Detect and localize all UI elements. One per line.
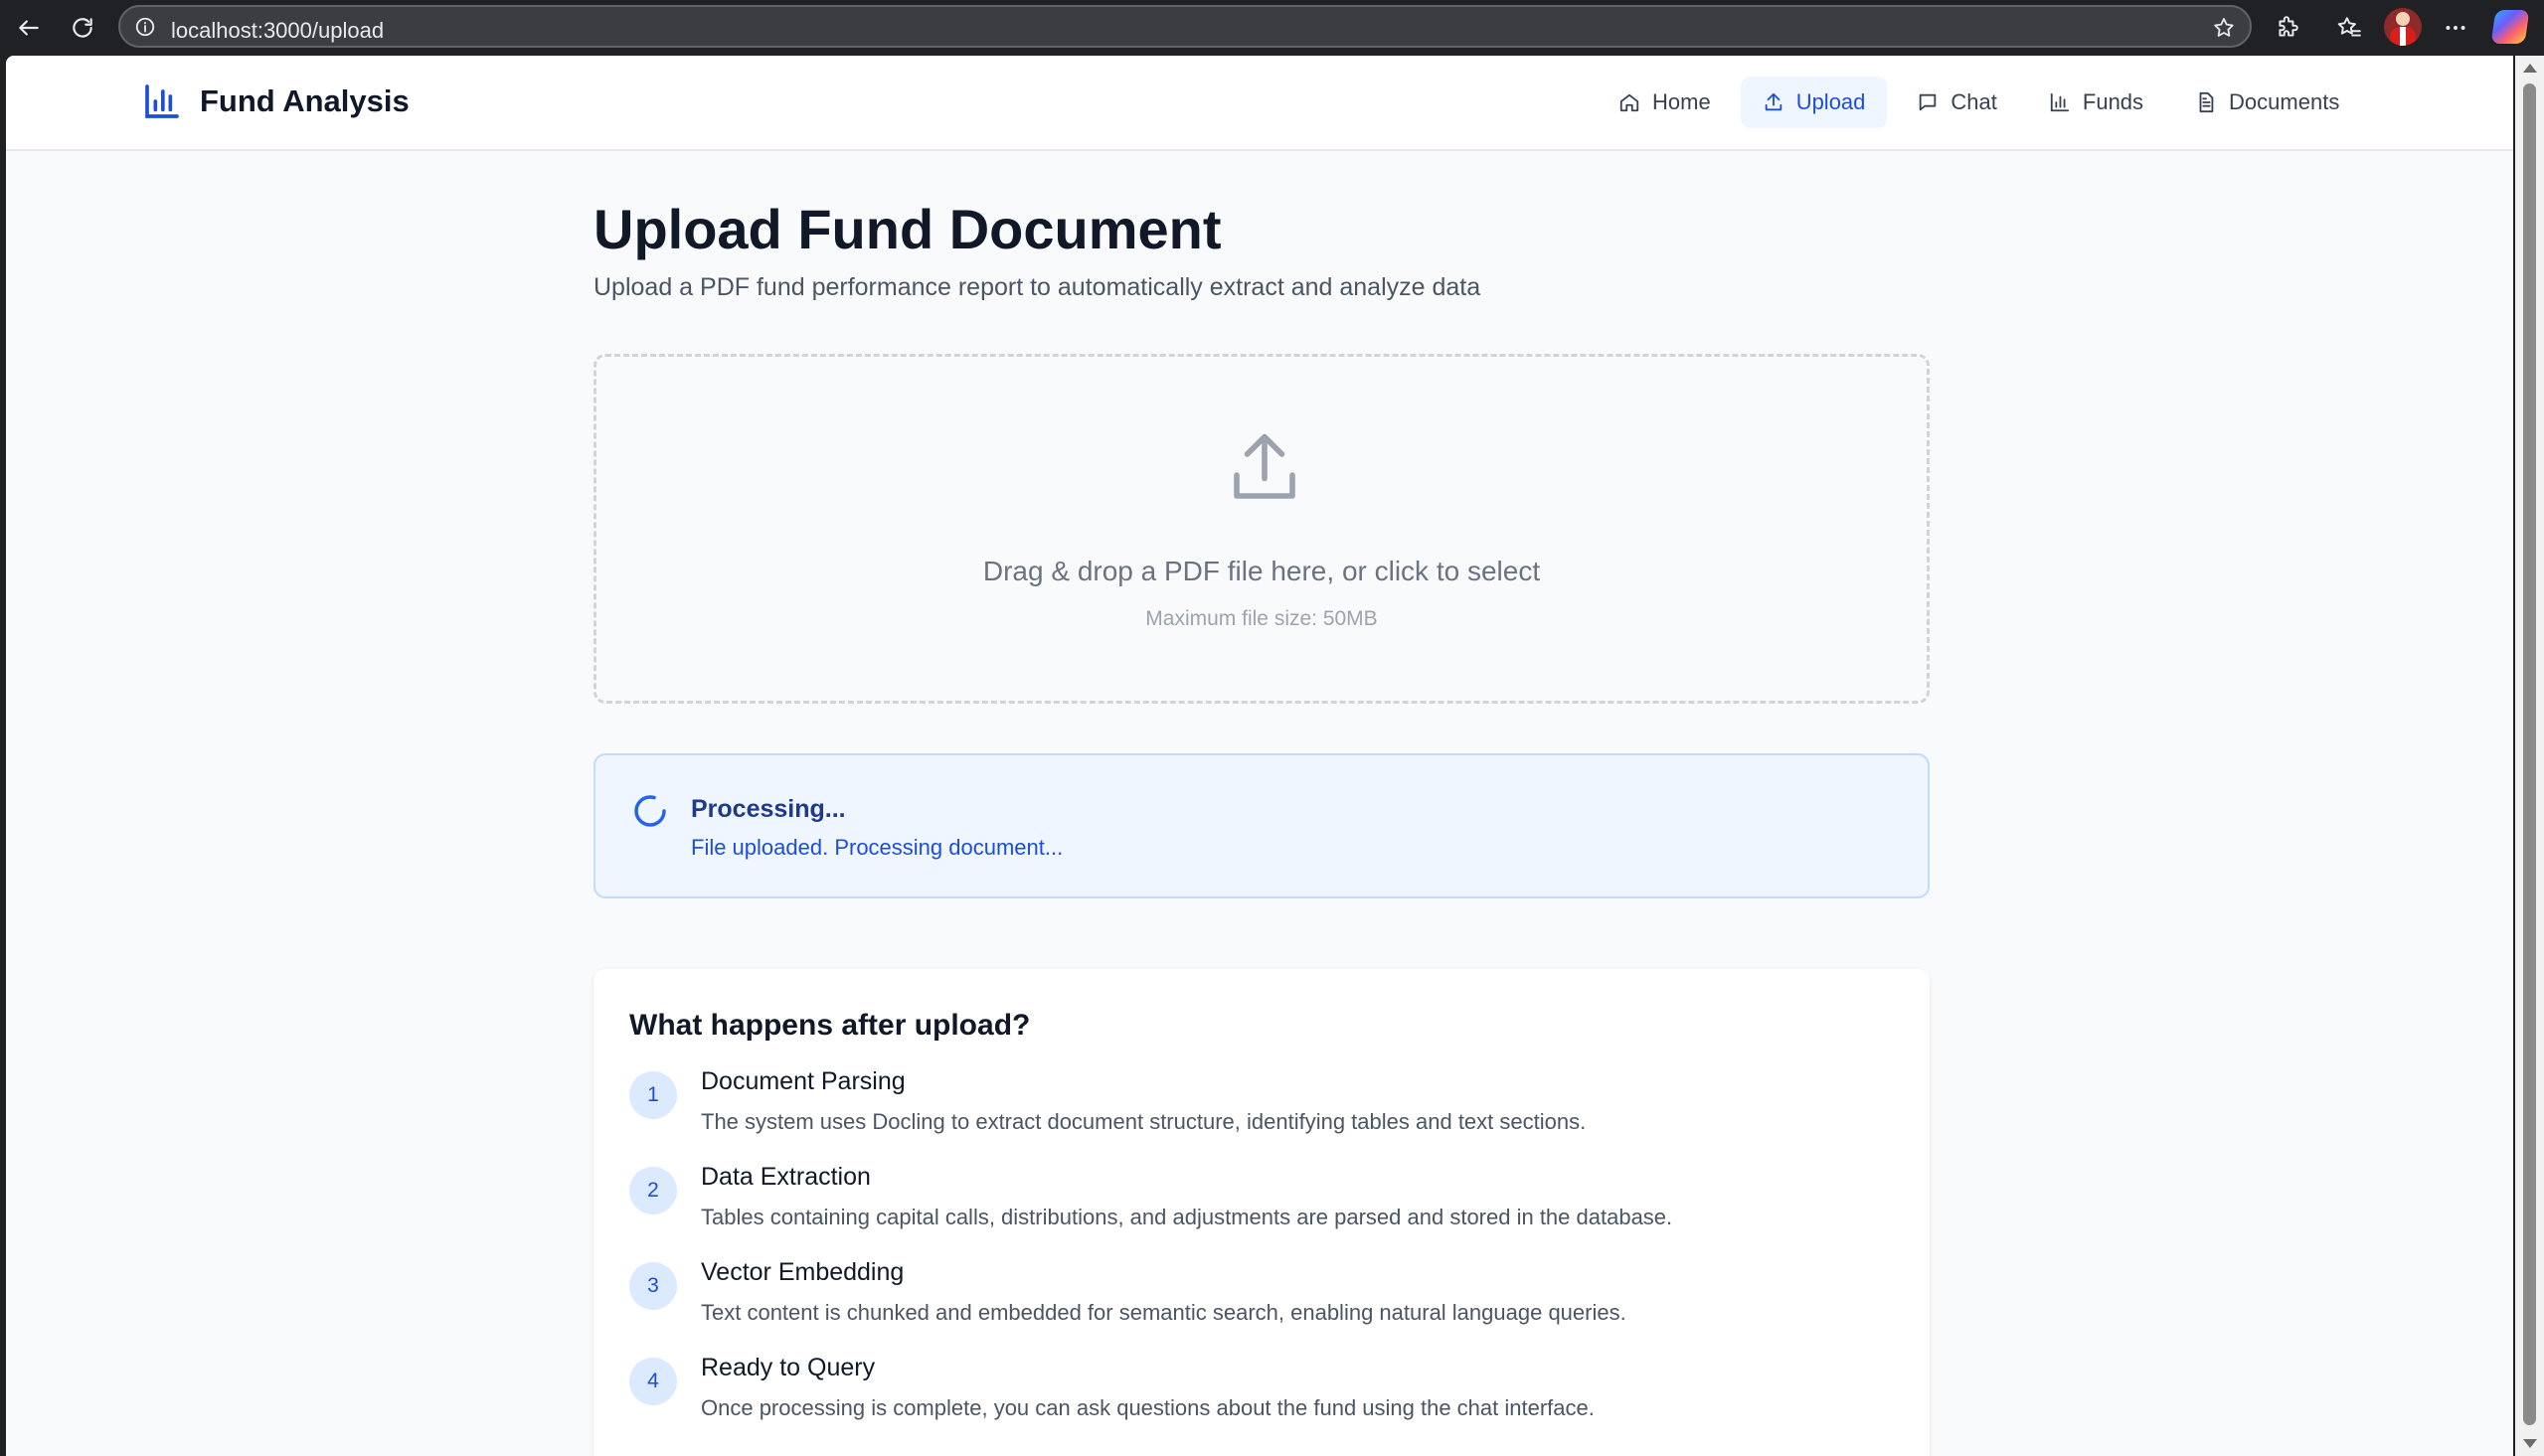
step-description: Text content is chunked and embedded for… — [701, 1300, 1626, 1325]
step-description: The system uses Docling to extract docum… — [701, 1109, 1587, 1134]
upload-icon — [1765, 92, 1781, 111]
step-number-badge: 4 — [629, 1358, 677, 1405]
file-dropzone[interactable]: Drag & drop a PDF file here, or click to… — [594, 354, 1930, 704]
scroll-down-arrow-icon[interactable] — [2523, 1439, 2537, 1448]
step-number-badge: 2 — [629, 1167, 677, 1214]
nav-upload[interactable]: Upload — [1740, 77, 1888, 128]
status-title: Processing... — [691, 795, 846, 823]
nav-funds-label: Funds — [2082, 89, 2144, 114]
step-item: 4 Ready to Query Once processing is comp… — [629, 1354, 1902, 1449]
bar-chart-logo-icon — [145, 84, 179, 118]
app-header: Fund Analysis Home Upload Chat Funds Doc… — [6, 56, 2513, 151]
browser-toolbar: localhost:3000/upload — [0, 0, 2544, 53]
back-arrow-icon — [19, 20, 39, 36]
favorites-list-icon — [2337, 17, 2361, 37]
step-number-badge: 3 — [629, 1262, 677, 1310]
step-description: Tables containing capital calls, distrib… — [701, 1205, 1673, 1229]
dropzone-instructions: Drag & drop a PDF file here, or click to… — [982, 556, 1541, 586]
nav-chat[interactable]: Chat — [1895, 77, 2018, 128]
address-bar[interactable]: localhost:3000/upload — [118, 5, 2252, 48]
step-description: Once processing is complete, you can ask… — [701, 1395, 1595, 1420]
info-card-title: What happens after upload? — [629, 1009, 1031, 1042]
copilot-icon[interactable] — [2490, 10, 2530, 44]
extensions-button[interactable] — [2268, 8, 2307, 48]
spinner-icon — [634, 795, 666, 827]
profile-avatar[interactable] — [2384, 8, 2422, 46]
logo-text: Fund Analysis — [200, 83, 410, 118]
step-item: 2 Data Extraction Tables containing capi… — [629, 1163, 1902, 1258]
home-icon — [1619, 93, 1639, 112]
site-info-icon[interactable] — [134, 16, 156, 38]
more-dots-icon — [2446, 26, 2465, 30]
url-text[interactable]: localhost:3000/upload — [171, 18, 384, 44]
scrollbar-thumb[interactable] — [2523, 83, 2536, 1425]
step-title: Ready to Query — [701, 1354, 876, 1381]
more-menu-button[interactable] — [2436, 8, 2475, 48]
page-subtitle: Upload a PDF fund performance report to … — [594, 273, 1481, 301]
chat-icon — [1920, 93, 1937, 111]
page-title: Upload Fund Document — [594, 198, 1222, 260]
reload-icon — [73, 18, 92, 38]
app-logo[interactable]: Fund Analysis — [142, 81, 410, 121]
nav-documents[interactable]: Documents — [2173, 77, 2361, 128]
nav-funds[interactable]: Funds — [2027, 77, 2165, 128]
reload-button[interactable] — [63, 8, 102, 48]
page-viewport: Fund Analysis Home Upload Chat Funds Doc… — [6, 56, 2513, 1456]
step-title: Data Extraction — [701, 1163, 871, 1191]
step-item: 3 Vector Embedding Text content is chunk… — [629, 1258, 1902, 1354]
nav-documents-label: Documents — [2229, 89, 2340, 114]
scroll-up-arrow-icon[interactable] — [2523, 64, 2537, 73]
page-scrollbar[interactable] — [2515, 56, 2544, 1456]
puzzle-icon — [2279, 16, 2298, 37]
nav-chat-label: Chat — [1950, 89, 1997, 114]
nav-upload-label: Upload — [1795, 89, 1866, 114]
nav-home-label: Home — [1652, 89, 1711, 114]
favorite-star-icon[interactable] — [2212, 16, 2236, 40]
bar-chart-icon — [2050, 92, 2070, 112]
favorites-button[interactable] — [2329, 8, 2369, 48]
step-title: Document Parsing — [701, 1067, 906, 1095]
step-title: Vector Embedding — [701, 1258, 905, 1286]
nav-home[interactable]: Home — [1597, 77, 1733, 128]
status-message: File uploaded. Processing document... — [691, 835, 1064, 860]
processing-status: Processing... File uploaded. Processing … — [594, 753, 1930, 898]
steps-list: 1 Document Parsing The system uses Docli… — [629, 1067, 1902, 1449]
document-icon — [2199, 91, 2214, 113]
info-card: What happens after upload? 1 Document Pa… — [594, 969, 1930, 1456]
upload-cloud-icon — [1234, 433, 1295, 499]
step-item: 1 Document Parsing The system uses Docli… — [629, 1067, 1902, 1163]
main-nav: Home Upload Chat Funds Documents — [1597, 77, 2361, 128]
step-number-badge: 1 — [629, 1071, 677, 1119]
max-file-size-note: Maximum file size: 50MB — [1145, 607, 1378, 630]
back-button[interactable] — [9, 8, 49, 48]
